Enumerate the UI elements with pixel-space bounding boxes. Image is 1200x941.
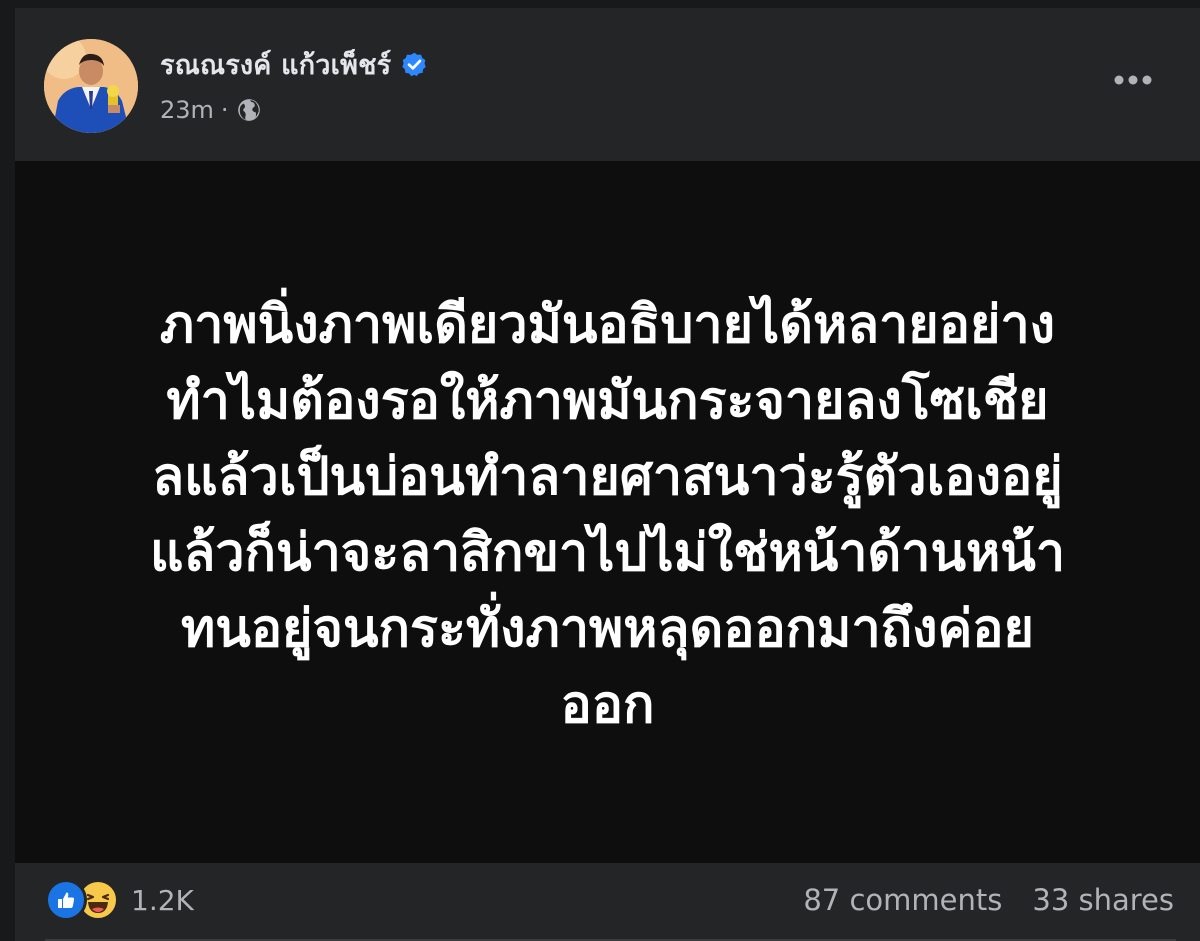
meta-separator: · — [220, 96, 229, 124]
post-text-line: ออก — [560, 675, 655, 735]
post-footer: 1.2K 87 comments 33 shares — [15, 863, 1200, 941]
post-text-line: ทนอยู่จนกระทั่งภาพหลุดออกมาถึงค่อย — [181, 599, 1034, 659]
verified-badge-icon — [402, 52, 427, 76]
reactions-summary[interactable]: 1.2K — [45, 877, 194, 923]
reaction-count: 1.2K — [131, 883, 194, 917]
post-text-line: ทำไมต้องรอให้ภาพมันกระจายลงโซเชีย — [166, 371, 1049, 431]
more-options-button[interactable] — [1111, 65, 1155, 95]
shares-count-link[interactable]: 33 shares — [1032, 883, 1174, 917]
post-meta: 23m · — [160, 94, 262, 126]
post-header: รณณรงค์ แก้วเพ็ชร์ 23m · — [15, 8, 1200, 161]
post-text-line: ลแล้วเป็นบ่อนทำลายศาสนาว่ะรู้ตัวเองอยู่ — [152, 447, 1063, 507]
post-timestamp[interactable]: 23m — [160, 96, 214, 124]
post-stats: 87 comments 33 shares — [803, 877, 1174, 923]
post-text: ภาพนิ่งภาพเดียวมันอธิบายได้หลายอย่าง ทำไ… — [15, 287, 1200, 743]
avatar-portrait-image — [44, 39, 138, 133]
post-text-line: แล้วก็น่าจะลาสิกขาไปไม่ใช่หน้าด้านหน้า — [149, 523, 1066, 583]
globe-icon[interactable] — [236, 97, 262, 123]
more-options-icon — [1114, 75, 1152, 85]
author-row: รณณรงค์ แก้วเพ็ชร์ — [160, 44, 428, 84]
post-card: รณณรงค์ แก้วเพ็ชร์ 23m · ภาพนิ่งภาพเดียว… — [15, 8, 1200, 941]
comments-count-link[interactable]: 87 comments — [803, 883, 1002, 917]
post-text-line: ภาพนิ่งภาพเดียวมันอธิบายได้หลายอย่าง — [159, 295, 1056, 355]
like-icon — [45, 879, 87, 921]
post-text-background: ภาพนิ่งภาพเดียวมันอธิบายได้หลายอย่าง ทำไ… — [15, 161, 1200, 863]
author-avatar[interactable] — [44, 39, 138, 133]
page-background: รณณรงค์ แก้วเพ็ชร์ 23m · ภาพนิ่งภาพเดียว… — [0, 0, 1200, 941]
author-name[interactable]: รณณรงค์ แก้วเพ็ชร์ — [160, 43, 391, 86]
